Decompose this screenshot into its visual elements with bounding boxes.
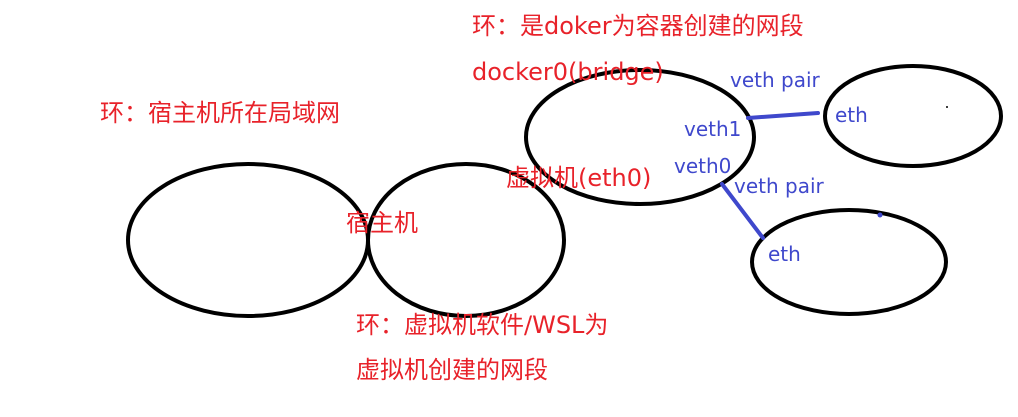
- veth1-label: veth1: [684, 117, 742, 141]
- stray-dot-blue: [877, 212, 883, 218]
- container2-eth-label: eth: [768, 242, 801, 266]
- docker-ring-label-line1: 环：是doker为容器创建的网段: [472, 12, 804, 40]
- veth-pair-label-top: veth pair: [730, 68, 820, 92]
- host-lan-ellipse: [126, 162, 370, 318]
- stray-dot-black: [946, 106, 948, 108]
- veth-pair-label-bottom: veth pair: [734, 174, 824, 198]
- host-machine-label: 宿主机: [346, 209, 418, 237]
- host-lan-ring-label: 环：宿主机所在局域网: [100, 99, 340, 127]
- vm-eth0-label: 虚拟机(eth0): [506, 164, 652, 192]
- container1-eth-label: eth: [835, 103, 868, 127]
- vm-ring-label-line1: 环：虚拟机软件/WSL为: [356, 311, 609, 339]
- docker-ring-label-line2: docker0(bridge): [472, 58, 664, 86]
- veth-pair-link-top: [746, 111, 820, 120]
- vm-ring-label-line2: 虚拟机创建的网段: [356, 356, 548, 384]
- veth0-label: veth0: [674, 154, 732, 178]
